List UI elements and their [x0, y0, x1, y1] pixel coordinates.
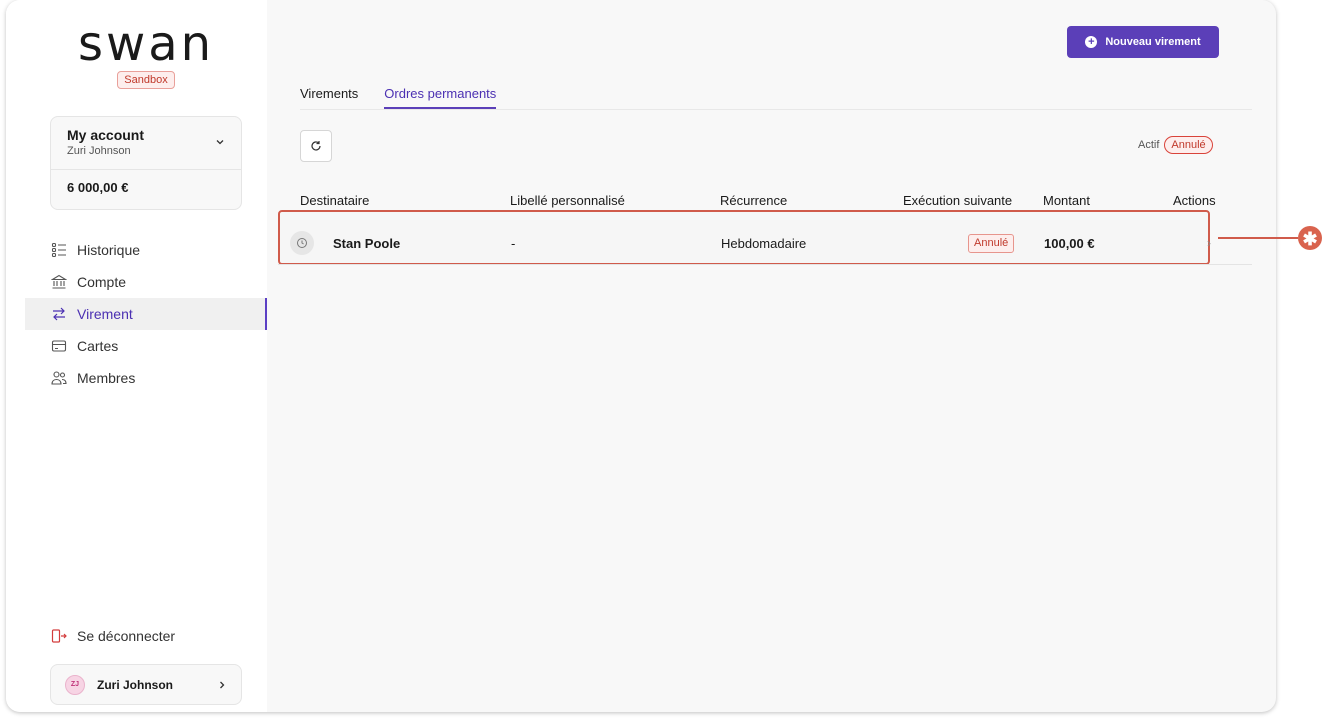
column-header-recurrence: Récurrence	[720, 193, 788, 208]
amount-cell: 100,00 €	[1044, 236, 1095, 251]
refresh-button[interactable]	[300, 130, 332, 162]
bank-icon	[51, 274, 67, 290]
account-selector[interactable]: My account Zuri Johnson	[51, 117, 241, 170]
filter-cancelled[interactable]: Annulé	[1164, 136, 1213, 154]
env-badge: Sandbox	[117, 71, 175, 89]
column-header-amount: Montant	[1043, 193, 1090, 208]
status-badge: Annulé	[968, 234, 1015, 253]
annotation-marker: ✱	[1298, 226, 1322, 250]
column-header-label: Libellé personnalisé	[510, 193, 625, 208]
sidebar-item-label: Virement	[77, 306, 133, 322]
recurrence-cell: Hebdomadaire	[721, 236, 807, 251]
new-transfer-button[interactable]: + Nouveau virement	[1067, 26, 1219, 58]
logout-button[interactable]: Se déconnecter	[51, 628, 175, 644]
refresh-icon	[311, 141, 321, 151]
user-name: Zuri Johnson	[97, 677, 173, 692]
sidebar-item-historique[interactable]: Historique	[25, 234, 267, 266]
tabs-divider	[300, 109, 1252, 110]
new-transfer-label: Nouveau virement	[1105, 36, 1201, 48]
sidebar-nav: Historique Compte Virement Cartes Membre…	[25, 234, 267, 394]
avatar: ZJ	[65, 674, 85, 695]
column-header-recipient: Destinataire	[300, 193, 370, 208]
sidebar-item-compte[interactable]: Compte	[25, 266, 267, 298]
tab-bar: Virements Ordres permanents	[300, 86, 522, 109]
transfer-icon	[51, 306, 67, 322]
account-owner: Zuri Johnson	[67, 145, 131, 157]
sidebar-item-cartes[interactable]: Cartes	[25, 330, 267, 362]
main-content: + Nouveau virement Virements Ordres perm…	[267, 0, 1276, 712]
column-header-actions: Actions	[1173, 193, 1216, 208]
plus-icon: +	[1085, 36, 1098, 48]
status-filter: Actif Annulé	[1133, 136, 1213, 154]
sidebar-item-label: Membres	[77, 370, 136, 386]
sidebar-item-label: Compte	[77, 274, 127, 290]
chevron-down-icon	[216, 140, 224, 145]
sidebar-item-virement[interactable]: Virement	[25, 298, 267, 330]
list-icon	[51, 242, 67, 258]
sidebar-item-membres[interactable]: Membres	[25, 362, 267, 394]
sidebar: swan Sandbox My account Zuri Johnson 6 0…	[6, 0, 267, 712]
account-title: My account	[67, 127, 145, 143]
recipient-cell: Stan Poole	[333, 236, 401, 251]
members-icon	[51, 370, 67, 386]
label-cell: -	[511, 236, 516, 251]
logout-label: Se déconnecter	[77, 628, 176, 644]
account-balance: 6 000,00 €	[67, 180, 129, 195]
account-card[interactable]: My account Zuri Johnson 6 000,00 €	[50, 116, 242, 210]
tab-virements[interactable]: Virements	[300, 86, 358, 109]
clock-icon	[290, 231, 314, 255]
chevron-right-icon	[220, 681, 225, 688]
card-icon	[51, 338, 67, 354]
app-window: swan Sandbox My account Zuri Johnson 6 0…	[6, 0, 1276, 712]
logout-icon	[51, 628, 67, 644]
sidebar-item-label: Cartes	[77, 338, 119, 354]
annotation-line	[1218, 237, 1298, 239]
tab-ordres-permanents[interactable]: Ordres permanents	[384, 86, 497, 109]
column-header-next-execution: Exécution suivante	[903, 193, 1013, 208]
user-menu[interactable]: ZJ Zuri Johnson	[50, 664, 242, 705]
row-divider	[278, 264, 1252, 265]
table-row[interactable]: Stan Poole - Hebdomadaire Annulé 100,00 …	[278, 210, 1210, 265]
brand: swan Sandbox	[6, 18, 286, 89]
logo: swan	[77, 16, 215, 72]
sidebar-item-label: Historique	[77, 242, 141, 258]
row-chevron-icon[interactable]: ›	[1207, 236, 1211, 250]
filter-active[interactable]: Actif	[1133, 137, 1164, 153]
